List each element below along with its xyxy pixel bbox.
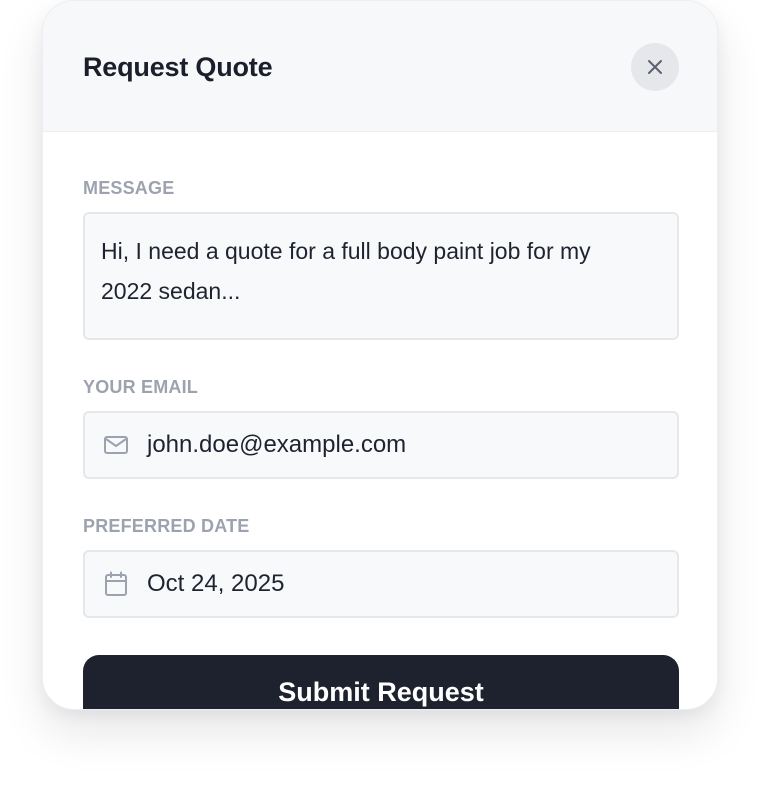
date-label: PREFERRED DATE [83, 516, 250, 536]
modal-header: Request Quote [43, 1, 717, 132]
submit-request-button[interactable]: Submit Request [83, 655, 679, 709]
message-label: MESSAGE [83, 178, 175, 198]
calendar-icon [103, 571, 129, 597]
date-value: Oct 24, 2025 [147, 570, 285, 597]
date-field[interactable]: Oct 24, 2025 [83, 550, 679, 618]
message-text: Hi, I need a quote for a full body paint… [101, 238, 591, 304]
email-field[interactable]: john.doe@example.com [83, 411, 679, 479]
modal-title: Request Quote [83, 52, 273, 82]
email-label: YOUR EMAIL [83, 377, 199, 397]
request-quote-modal: Request Quote MESSAGE Hi, I need a quote… [42, 0, 718, 710]
close-button[interactable] [631, 43, 679, 91]
close-icon [646, 58, 664, 76]
message-textarea[interactable]: Hi, I need a quote for a full body paint… [83, 212, 679, 340]
email-value: john.doe@example.com [147, 431, 407, 458]
mail-icon [103, 432, 129, 458]
